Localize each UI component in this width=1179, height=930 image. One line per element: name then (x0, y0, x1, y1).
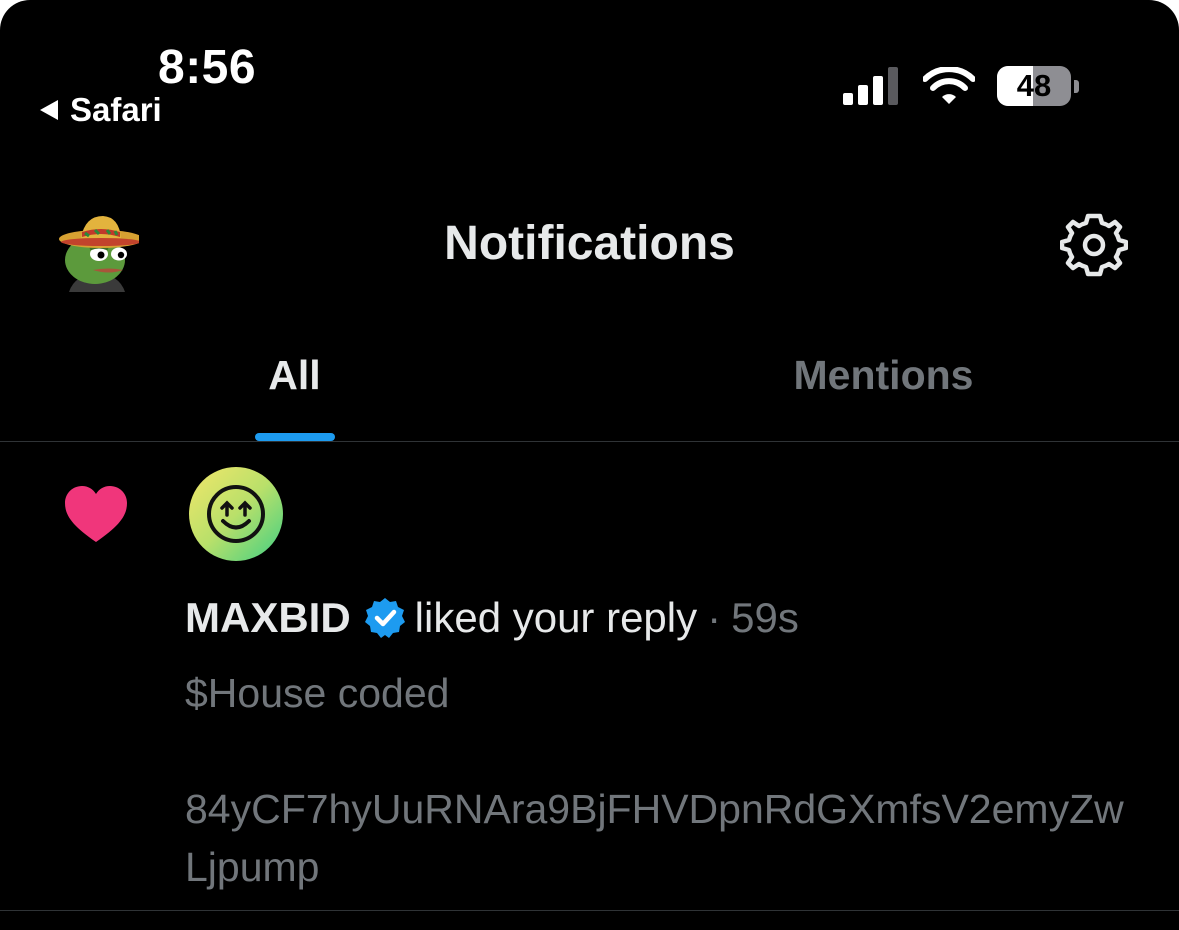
actor-avatar[interactable] (189, 467, 283, 561)
tab-all[interactable]: All (0, 330, 589, 441)
reply-preview-text: $House coded 84yCF7hyUuRNAra9BjFHVDpnRdG… (185, 670, 1124, 890)
actor-name-link[interactable]: MAXBID (185, 594, 351, 642)
heart-icon (65, 486, 127, 542)
notifications-screen: 8:56 Safari 48 Notifications All Mention… (0, 0, 1179, 930)
timestamp: 59s (731, 594, 799, 641)
tab-mentions[interactable]: Mentions (589, 330, 1178, 441)
cellular-signal-icon (843, 67, 898, 105)
notification-item[interactable]: MAXBID liked your reply · 59s $House cod… (0, 442, 1179, 911)
notification-tabs: All Mentions (0, 330, 1179, 442)
tab-label: Mentions (793, 352, 974, 398)
battery-percent: 48 (1016, 68, 1052, 103)
status-icons: 48 (843, 66, 1079, 106)
battery-indicator: 48 (997, 66, 1071, 106)
status-time: 8:56 (158, 41, 257, 94)
verified-badge-icon (364, 598, 405, 638)
dot-separator: · (707, 594, 722, 641)
notification-summary: MAXBID liked your reply · 59s (185, 594, 799, 642)
tab-label: All (268, 352, 321, 398)
back-app-label: Safari (70, 91, 162, 128)
back-triangle-icon (40, 100, 58, 120)
page-title: Notifications (444, 217, 735, 270)
notification-action: liked your reply (414, 594, 698, 641)
battery-nub (1074, 79, 1079, 93)
active-tab-indicator (254, 433, 335, 441)
back-to-app-button[interactable]: Safari (38, 91, 162, 129)
gear-icon[interactable] (1060, 210, 1128, 278)
wifi-icon (923, 67, 975, 104)
